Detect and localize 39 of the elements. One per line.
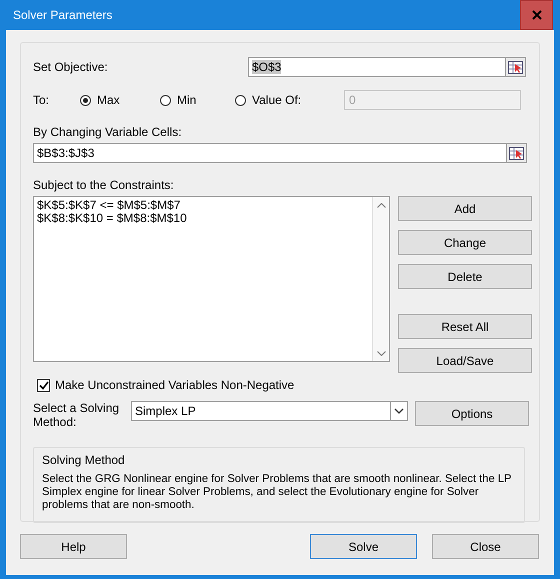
scroll-up-icon [376,202,386,208]
radio-label: Max [97,93,120,107]
constraint-button[interactable]: Delete [398,264,532,289]
objective-label: Set Objective: [33,60,109,74]
dialog-button[interactable]: Close [432,534,539,559]
constraint-item[interactable]: $K$5:$K$7 <= $M$5:$M$7 [37,199,180,212]
close-button[interactable] [520,0,553,30]
range-picker-icon [508,60,523,74]
radio-option[interactable]: Max [80,93,160,107]
to-label: To: [33,93,50,107]
constraints-label: Subject to the Constraints: [33,178,175,192]
constraint-button[interactable]: Load/Save [398,348,532,373]
range-picker-button[interactable] [505,58,525,76]
info-title: Solving Method [42,453,126,467]
options-button[interactable]: Options [415,401,529,426]
constraint-button[interactable]: Add [398,196,532,221]
dialog-button[interactable]: Solve [310,534,417,559]
scroll-down-icon [376,350,386,356]
changing-cells-field[interactable]: $B$3:$J$3 [33,143,527,163]
constraint-item[interactable]: $K$8:$K$10 = $M$8:$M$10 [37,212,187,225]
radio-label: Value Of: [252,93,302,107]
close-icon [532,10,542,20]
constraints-list[interactable]: $K$5:$K$7 <= $M$5:$M$7 $K$8:$K$10 = $M$8:$M$10 [33,196,390,362]
radio-label: Min [177,93,196,107]
radio-option[interactable]: Value Of: [235,93,344,107]
range-picker-icon [509,146,524,160]
scrollbar[interactable] [372,197,389,361]
window-title: Solver Parameters [13,8,112,22]
method-dropdown[interactable]: Simplex LP [131,401,408,421]
changing-cells-label: By Changing Variable Cells: [33,125,183,139]
constraint-button[interactable]: Change [398,230,532,255]
info-text: Select the GRG Nonlinear engine for Solver Problems that are smooth nonlinear. Select the LP Simplex engine for linear Solver Problems, and select the Evolutionary engine for Solver problems that are non-smooth. [42,473,512,512]
dialog-button[interactable]: Help [20,534,127,559]
method-label: Select a Solving Method: [33,401,120,429]
constraint-button[interactable]: Reset All [398,314,532,339]
range-picker-button[interactable] [506,144,526,162]
radio-option[interactable]: Min [160,93,235,107]
objective-field[interactable]: $O$3 [248,57,526,77]
nonnegative-checkbox[interactable]: Make Unconstrained Variables Non-Negative [37,378,534,392]
